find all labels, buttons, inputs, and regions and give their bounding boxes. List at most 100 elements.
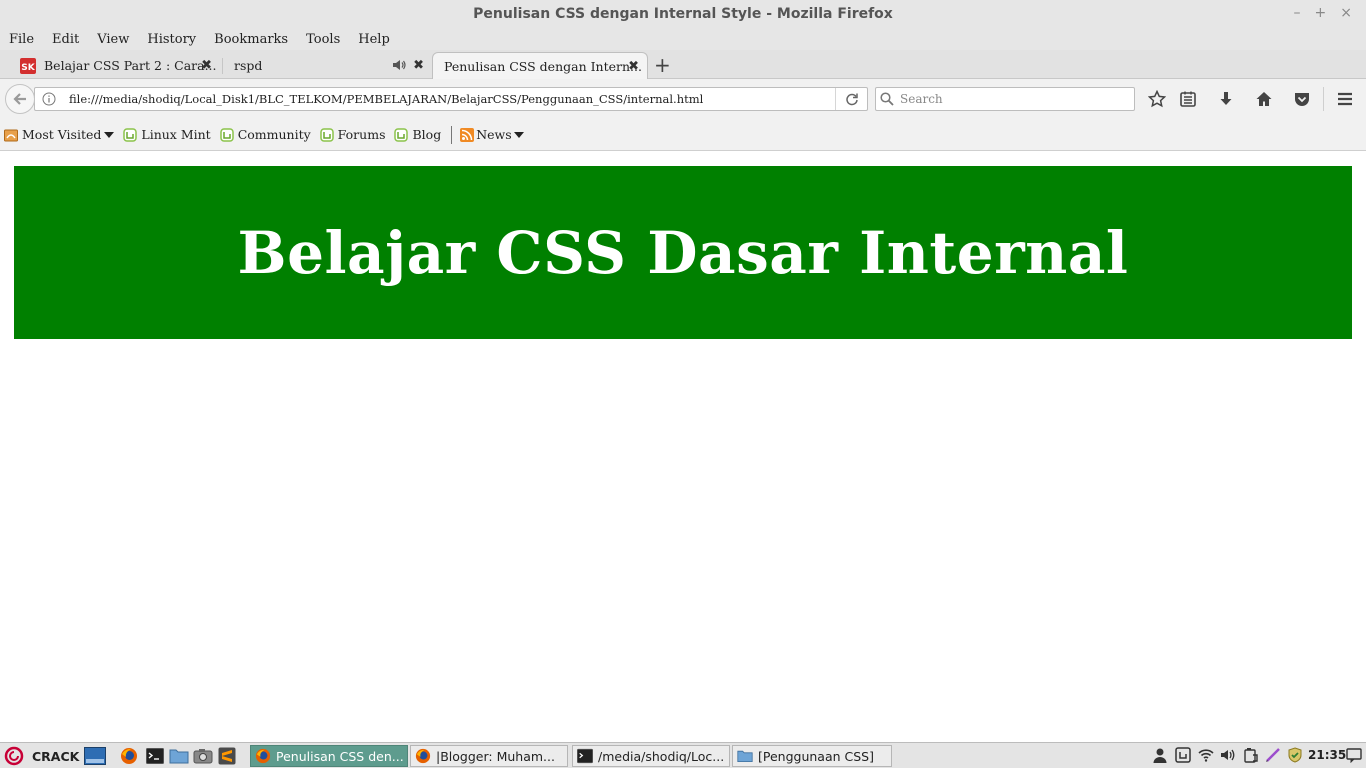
hamburger-menu-icon[interactable] xyxy=(1335,89,1355,109)
bookmark-forums[interactable]: Forums xyxy=(319,127,386,142)
task-label: /media/shodiq/Loc... xyxy=(598,748,725,764)
menu-view[interactable]: View xyxy=(97,32,129,47)
page-content: Belajar CSS Dasar Internal xyxy=(0,152,1366,742)
notification-icon[interactable] xyxy=(1346,747,1362,763)
task-label: |Blogger: Muham... xyxy=(436,748,555,764)
taskbar-task-penulisan[interactable]: Penulisan CSS den... xyxy=(250,745,408,767)
taskbar-task-folder[interactable]: [Penggunaan CSS] xyxy=(732,745,892,767)
bookmark-label: Community xyxy=(237,127,311,142)
site-info-icon[interactable] xyxy=(37,92,61,106)
mint-icon xyxy=(219,127,234,142)
show-desktop-icon[interactable] xyxy=(84,747,106,765)
bookmark-news[interactable]: News xyxy=(460,127,524,142)
clock: 21:35 xyxy=(1308,748,1347,762)
bookmark-blog[interactable]: Blog xyxy=(394,127,441,142)
tab-close-button[interactable]: ✖ xyxy=(628,59,639,74)
mint-icon xyxy=(394,127,409,142)
tab-close-button[interactable]: ✖ xyxy=(201,58,212,73)
update-manager-icon[interactable] xyxy=(1175,747,1191,763)
start-menu-label: CRACK xyxy=(32,748,80,764)
minimize-button[interactable]: – xyxy=(1294,5,1301,21)
task-label: [Penggunaan CSS] xyxy=(758,748,874,764)
page-heading: Belajar CSS Dasar Internal xyxy=(237,218,1129,287)
start-menu-button[interactable]: CRACK xyxy=(4,746,79,766)
mint-icon xyxy=(319,127,334,142)
taskbar-task-terminal[interactable]: /media/shodiq/Loc... xyxy=(572,745,730,767)
speaker-icon[interactable] xyxy=(392,58,406,72)
taskbar-task-blogger[interactable]: |Blogger: Muham... xyxy=(410,745,568,767)
taskbar: CRACK Penulisan CSS den... |Blogger: Muh… xyxy=(0,742,1366,768)
screenshot-launcher-icon[interactable] xyxy=(193,747,213,765)
terminal-launcher-icon[interactable] xyxy=(146,747,164,765)
bookmark-label: News xyxy=(476,127,512,142)
downloads-icon[interactable] xyxy=(1216,89,1236,109)
tab-label: Penulisan CSS dengan Intern... xyxy=(444,58,642,74)
bookmark-label: Most Visited xyxy=(22,127,102,142)
volume-icon[interactable] xyxy=(1220,747,1236,763)
tab-label: rspd xyxy=(234,58,263,73)
tab-rspd[interactable]: rspd ✖ xyxy=(234,52,432,79)
window-controls: – + × xyxy=(1294,5,1352,21)
tab-penulisan-css[interactable]: Penulisan CSS dengan Intern... ✖ xyxy=(432,52,648,79)
tab-bar: SK Belajar CSS Part 2 : Cara... ✖ rspd ✖… xyxy=(0,50,1366,79)
pen-icon[interactable] xyxy=(1265,747,1281,763)
back-button[interactable] xyxy=(5,84,35,114)
menu-help[interactable]: Help xyxy=(358,32,390,47)
toolbar-separator xyxy=(1323,87,1324,111)
bookmark-community[interactable]: Community xyxy=(219,127,311,142)
reload-button[interactable] xyxy=(835,88,867,110)
navigation-bar: file:///media/shodiq/Local_Disk1/BLC_TEL… xyxy=(0,79,1366,119)
bookmark-separator xyxy=(451,125,453,144)
menu-bookmarks[interactable]: Bookmarks xyxy=(214,32,288,47)
window-title: Penulisan CSS dengan Internal Style - Mo… xyxy=(473,6,893,22)
firefox-launcher-icon[interactable] xyxy=(120,747,138,765)
firefox-icon xyxy=(255,748,271,764)
menu-tools[interactable]: Tools xyxy=(306,32,340,47)
bookmark-linux-mint[interactable]: Linux Mint xyxy=(123,127,211,142)
search-box[interactable]: Search xyxy=(875,87,1135,111)
close-window-button[interactable]: × xyxy=(1340,5,1352,21)
bookmark-label: Forums xyxy=(337,127,386,142)
tab-close-button[interactable]: ✖ xyxy=(413,58,424,73)
chevron-down-icon xyxy=(513,131,524,138)
debian-swirl-icon xyxy=(4,746,24,766)
svg-text:SK: SK xyxy=(21,63,35,73)
bookmark-label: Linux Mint xyxy=(141,127,211,142)
bookmark-star-icon[interactable] xyxy=(1147,89,1167,109)
chevron-down-icon xyxy=(104,131,115,138)
firefox-icon xyxy=(415,748,431,764)
menu-file[interactable]: File xyxy=(9,32,34,47)
reload-icon xyxy=(845,93,858,106)
bookmark-label: Blog xyxy=(412,127,442,142)
reading-list-icon[interactable] xyxy=(1178,89,1198,109)
shield-check-icon[interactable] xyxy=(1287,747,1303,763)
rss-icon xyxy=(460,127,475,142)
menu-history[interactable]: History xyxy=(147,32,196,47)
home-icon[interactable] xyxy=(1254,89,1274,109)
menu-edit[interactable]: Edit xyxy=(52,32,79,47)
user-icon[interactable] xyxy=(1152,747,1168,763)
wifi-icon[interactable] xyxy=(1198,747,1214,763)
url-text[interactable]: file:///media/shodiq/Local_Disk1/BLC_TEL… xyxy=(69,92,703,106)
tab-separator xyxy=(222,58,223,74)
terminal-icon xyxy=(577,748,593,764)
folder-icon xyxy=(4,129,18,141)
url-bar[interactable]: file:///media/shodiq/Local_Disk1/BLC_TEL… xyxy=(34,87,868,111)
mint-icon xyxy=(123,127,138,142)
file-manager-launcher-icon[interactable] xyxy=(169,747,189,765)
search-icon xyxy=(880,92,894,106)
folder-icon xyxy=(737,750,753,762)
bookmark-most-visited[interactable]: Most Visited xyxy=(4,127,115,142)
tab-belajar-css[interactable]: SK Belajar CSS Part 2 : Cara... ✖ xyxy=(20,52,220,79)
battery-icon[interactable] xyxy=(1243,747,1259,763)
task-label: Penulisan CSS den... xyxy=(276,748,404,764)
window-titlebar: Penulisan CSS dengan Internal Style - Mo… xyxy=(0,0,1366,28)
sk-logo-icon: SK xyxy=(20,57,36,74)
page-header-banner: Belajar CSS Dasar Internal xyxy=(14,166,1352,339)
sublime-launcher-icon[interactable] xyxy=(218,747,236,765)
search-input[interactable]: Search xyxy=(900,92,943,106)
menu-bar: File Edit View History Bookmarks Tools H… xyxy=(0,28,1366,50)
maximize-button[interactable]: + xyxy=(1315,5,1327,21)
new-tab-button[interactable]: + xyxy=(654,53,671,77)
pocket-icon[interactable] xyxy=(1292,89,1312,109)
